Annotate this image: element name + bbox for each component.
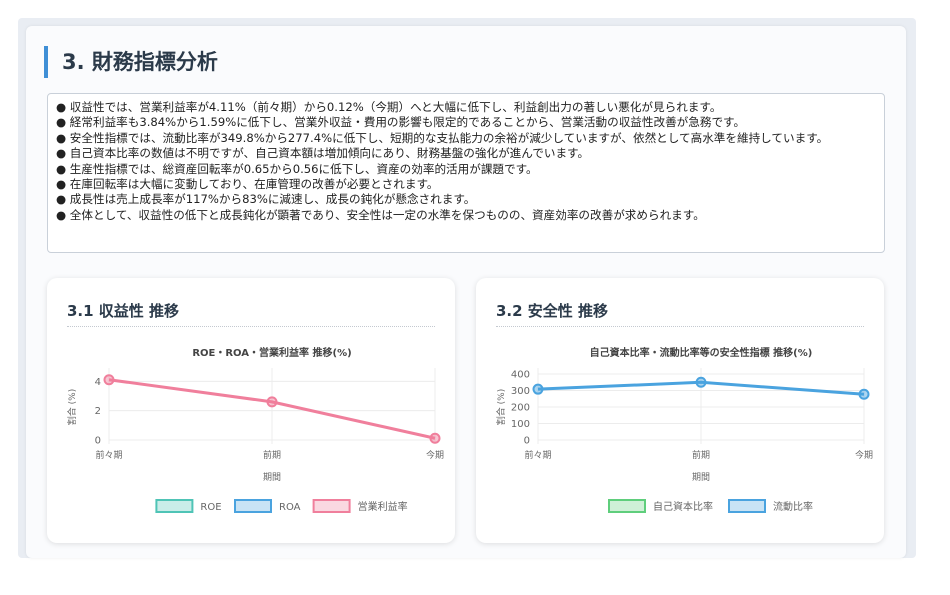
x-tick-label: 今期 xyxy=(426,449,444,461)
summary-line: ● 成長性は売上成長率が117%から83%に減速し、成長の鈍化が懸念されます。 xyxy=(56,192,476,207)
summary-line: ● 全体として、収益性の低下と成長鈍化が顕著であり、安全性は一定の水準を保つもの… xyxy=(56,207,705,222)
legend-swatch xyxy=(312,499,351,513)
summary-box: ● 収益性では、営業利益率が4.11%（前々期）から0.12%（今期）へと大幅に… xyxy=(47,93,885,253)
data-point xyxy=(532,383,544,395)
y-tick-label: 400 xyxy=(511,370,530,381)
legend-swatch xyxy=(608,499,646,513)
y-tick-label: 200 xyxy=(511,403,530,414)
data-point xyxy=(429,432,441,444)
profitability-chart: ROE・ROA・営業利益率 推移(%) 0 2 4 前々期 前期 今期期間 割合 (%) ROE… xyxy=(66,346,444,513)
summary-line: ● 経常利益率も3.84%から1.59%に低下し、営業外収益・費用の影響も限定的… xyxy=(56,115,746,130)
y-tick-label: 4 xyxy=(95,377,101,388)
safety-chart: 自己資本比率・流動比率等の安全性指標 推移(%) 0 100 200 300 400 前々期… xyxy=(495,346,873,513)
legend-label: 自己資本比率 xyxy=(653,500,713,513)
legend-label: ROE xyxy=(200,502,221,513)
y-tick-label: 100 xyxy=(511,419,530,430)
summary-line: ● 生産性指標では、総資産回転率が0.65から0.56に低下し、資産の効率的活用… xyxy=(56,161,538,176)
y-tick-label: 2 xyxy=(95,406,101,417)
chart-title: ROE・ROA・営業利益率 推移(%) xyxy=(192,346,351,359)
legend-label: ROA xyxy=(279,502,301,513)
x-tick-label: 前々期 xyxy=(95,449,122,461)
x-tick-label: 前期 xyxy=(692,449,710,461)
legend-swatch xyxy=(234,499,272,513)
data-point xyxy=(266,396,278,408)
legend-label: 営業利益率 xyxy=(358,500,408,513)
summary-line: ● 自己資本比率の数値は不明ですが、自己資本額は増加傾向にあり、財務基盤の強化が… xyxy=(56,146,590,161)
data-point xyxy=(695,376,707,388)
y-axis-label: 割合 (%) xyxy=(66,389,78,425)
x-axis-label: 期間 xyxy=(692,472,710,483)
chart-title: 自己資本比率・流動比率等の安全性指標 推移(%) xyxy=(590,346,813,359)
legend-swatch xyxy=(728,499,766,513)
data-point xyxy=(103,374,115,386)
legend-swatch xyxy=(155,499,194,513)
x-tick-label: 前々期 xyxy=(524,449,551,461)
legend-label: 流動比率 xyxy=(773,500,813,513)
section-title: 3. 財務指標分析 xyxy=(44,46,218,78)
summary-line: ● 安全性指標では、流動比率が349.8%から277.4%に低下し、短期的な支払… xyxy=(56,130,829,145)
x-tick-label: 前期 xyxy=(263,449,281,461)
summary-line: ● 収益性では、営業利益率が4.11%（前々期）から0.12%（今期）へと大幅に… xyxy=(56,100,722,114)
data-point xyxy=(858,388,870,400)
y-tick-label: 0 xyxy=(524,436,530,447)
summary-line: ● 在庫回転率は大幅に変動しており、在庫管理の改善が必要とされます。 xyxy=(56,177,439,192)
y-tick-label: 0 xyxy=(95,436,101,447)
y-axis-label: 割合 (%) xyxy=(495,389,507,425)
profitability-card: 3.1 収益性 推移 ROE・ROA・営業利益率 推移(%) 0 2 4 前々期 前期 今期… xyxy=(47,278,455,543)
y-tick-label: 300 xyxy=(511,386,530,397)
x-tick-label: 今期 xyxy=(855,449,873,461)
x-axis-label: 期間 xyxy=(263,472,281,483)
safety-card: 3.2 安全性 推移 自己資本比率・流動比率等の安全性指標 推移(%) 0 100 2… xyxy=(476,278,884,543)
